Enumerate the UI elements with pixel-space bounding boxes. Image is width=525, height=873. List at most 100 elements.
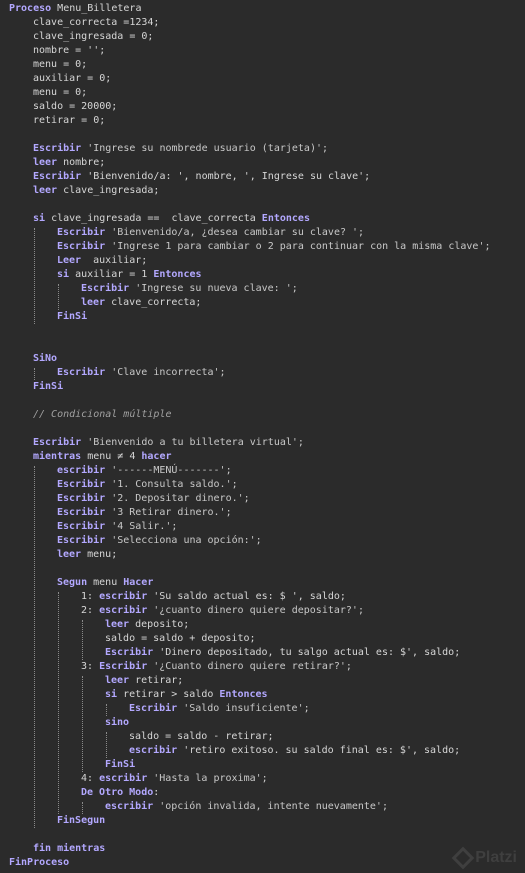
- code-line: sino: [105, 716, 129, 730]
- code-token: 'opción invalida, intente nuevamente';: [153, 801, 388, 812]
- indent-guide: [106, 704, 107, 716]
- code-line: Proceso Menu_Billetera: [9, 2, 141, 16]
- code-line: 1: escribir 'Su saldo actual es: $ ', sa…: [81, 590, 346, 604]
- code-token: auxiliar;: [81, 255, 148, 266]
- code-line: fin mientras: [33, 842, 105, 856]
- code-token: menu = 0;: [33, 59, 88, 70]
- code-token: auxiliar = 1: [69, 269, 154, 280]
- code-line: nombre = '';: [33, 44, 105, 58]
- code-line: auxiliar = 0;: [33, 72, 111, 86]
- code-keyword: escribir: [99, 605, 148, 616]
- code-keyword: si: [33, 213, 46, 224]
- code-line: escribir '------MENÚ-------';: [57, 464, 232, 478]
- code-line: FinSi: [33, 380, 63, 394]
- code-token: auxiliar = 0;: [33, 73, 112, 84]
- code-token: '¿cuanto dinero quiere depositar?';: [147, 605, 364, 616]
- code-keyword: Leer: [57, 255, 82, 266]
- platzi-logo-icon: [451, 846, 475, 870]
- code-keyword: Escribir: [57, 241, 106, 252]
- code-line: clave_correcta =1234;: [33, 16, 159, 30]
- indent-guide: [34, 466, 35, 828]
- code-line: leer retirar;: [105, 674, 183, 688]
- code-line: leer clave_correcta;: [81, 296, 201, 310]
- code-token: 'Dinero depositado, tu salgo actual es: …: [153, 647, 461, 658]
- code-line: De Otro Modo:: [81, 786, 159, 800]
- code-token: 'Bienvenido a tu billetera virtual';: [81, 437, 304, 448]
- indent-guide: [82, 676, 83, 772]
- code-keyword: Escribir: [57, 521, 106, 532]
- code-keyword: FinSi: [33, 381, 64, 392]
- code-keyword: Escribir: [129, 703, 178, 714]
- code-token: retirar = 0;: [33, 115, 106, 126]
- code-token: 'Ingrese 1 para cambiar o 2 para continu…: [105, 241, 491, 252]
- code-line: Escribir 'Selecciona una opción:';: [57, 534, 262, 548]
- code-token: '2. Depositar dinero.';: [105, 493, 250, 504]
- code-token: clave_correcta =1234;: [33, 17, 160, 28]
- code-token: retirar;: [129, 675, 184, 686]
- watermark: Platzi: [451, 846, 517, 870]
- code-line: Escribir 'Dinero depositado, tu salgo ac…: [105, 646, 460, 660]
- code-keyword: FinSi: [57, 311, 88, 322]
- code-token: 'Bienvenido/a, ¿desea cambiar su clave? …: [105, 227, 365, 238]
- code-keyword: De Otro Modo: [81, 787, 154, 798]
- code-line: 3: Escribir '¿Cuanto dinero quiere retir…: [81, 660, 352, 674]
- code-token: '¿Cuanto dinero quiere retirar?';: [147, 661, 352, 672]
- code-editor[interactable]: Proceso Menu_Billetera clave_correcta =12…: [0, 0, 525, 873]
- indent-guide: [34, 228, 35, 324]
- code-token: 'Clave incorrecta';: [105, 367, 226, 378]
- code-token: deposito;: [129, 619, 190, 630]
- code-token: clave_ingresada = 0;: [33, 31, 154, 42]
- code-keyword: escribir: [57, 465, 106, 476]
- code-line: Escribir 'Saldo insuficiente';: [129, 702, 310, 716]
- code-line: Escribir 'Bienvenido/a, ¿desea cambiar s…: [57, 226, 364, 240]
- code-keyword: Entonces: [261, 213, 310, 224]
- code-keyword: Segun: [57, 577, 88, 588]
- code-line: mientras menu ≠ 4 hacer: [33, 450, 172, 464]
- code-line: Escribir '1. Consulta saldo.';: [57, 478, 238, 492]
- code-token: saldo = 20000;: [33, 101, 118, 112]
- code-line: Escribir 'Ingrese su nueva clave: ';: [81, 282, 298, 296]
- indent-guide: [58, 284, 59, 310]
- code-line: escribir 'opción invalida, intente nueva…: [105, 800, 388, 814]
- code-token: 3:: [81, 661, 100, 672]
- code-keyword: fin mientras: [33, 843, 106, 854]
- code-keyword: Escribir: [33, 171, 82, 182]
- code-line: FinSegun: [57, 814, 105, 828]
- code-keyword: sino: [105, 717, 130, 728]
- code-token: '4 Salir.';: [105, 521, 178, 532]
- code-token: '1. Consulta saldo.';: [105, 479, 238, 490]
- code-keyword: Escribir: [33, 437, 82, 448]
- code-token: 'Su saldo actual es: $ ', saldo;: [147, 591, 346, 602]
- code-comment: // Condicional múltiple: [33, 409, 172, 420]
- code-line: si clave_ingresada == clave_correcta Ent…: [33, 212, 310, 226]
- code-keyword: escribir: [99, 591, 148, 602]
- code-line: leer clave_ingresada;: [33, 184, 159, 198]
- code-token: 2:: [81, 605, 100, 616]
- code-keyword: FinSegun: [57, 815, 106, 826]
- code-line: Escribir 'Bienvenido/a: ', nombre, ', In…: [33, 170, 370, 184]
- code-keyword: Escribir: [105, 647, 154, 658]
- watermark-text: Platzi: [475, 849, 517, 866]
- code-token: clave_ingresada == clave_correcta: [45, 213, 262, 224]
- code-keyword: leer: [33, 157, 58, 168]
- code-keyword: escribir: [129, 745, 178, 756]
- code-token: menu ≠ 4: [81, 451, 142, 462]
- code-keyword: Escribir: [33, 143, 82, 154]
- code-token: :: [153, 787, 160, 798]
- code-keyword: Entonces: [219, 689, 268, 700]
- code-keyword: mientras: [33, 451, 82, 462]
- code-keyword: Hacer: [123, 577, 154, 588]
- code-line: Escribir 'Bienvenido a tu billetera virt…: [33, 436, 304, 450]
- code-keyword: leer: [57, 549, 82, 560]
- code-line: leer nombre;: [33, 156, 105, 170]
- code-line: menu = 0;: [33, 58, 87, 72]
- code-keyword: Proceso: [9, 3, 52, 14]
- code-line: saldo = saldo + deposito;: [105, 632, 256, 646]
- code-line: Escribir '3 Retirar dinero.';: [57, 506, 232, 520]
- code-token: clave_ingresada;: [57, 185, 160, 196]
- code-token: 'Ingrese su nueva clave: ';: [129, 283, 298, 294]
- code-line: Escribir 'Ingrese su nombrede usuario (t…: [33, 142, 328, 156]
- indent-guide: [82, 802, 83, 814]
- code-keyword: Escribir: [99, 661, 148, 672]
- code-line: FinSi: [57, 310, 87, 324]
